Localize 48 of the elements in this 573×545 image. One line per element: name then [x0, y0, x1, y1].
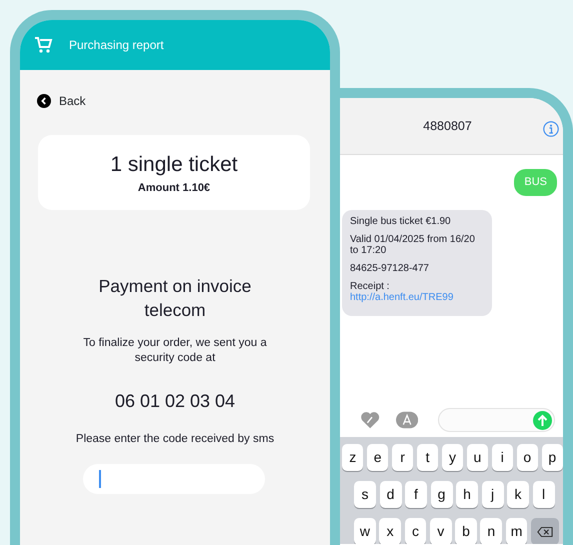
keyboard-key[interactable]: f: [405, 481, 427, 508]
keyboard-key[interactable]: r: [392, 444, 414, 471]
keyboard-key[interactable]: e: [366, 444, 388, 471]
message-text: Valid 01/04/2025 from 16/20 to 17:20: [350, 234, 476, 256]
keyboard-key[interactable]: m: [506, 518, 528, 544]
keyboard-key[interactable]: k: [507, 481, 529, 508]
code-input-field[interactable]: [83, 464, 265, 494]
keyboard-key[interactable]: c: [404, 518, 426, 544]
keyboard-key[interactable]: h: [456, 481, 478, 508]
send-icon[interactable]: [533, 410, 552, 430]
keyboard-key[interactable]: w: [354, 518, 376, 544]
keyboard-key[interactable]: l: [532, 481, 554, 508]
message-text: 84625-97128-477: [350, 262, 430, 274]
back-icon[interactable]: [37, 94, 51, 108]
keyboard-key[interactable]: u: [466, 444, 488, 471]
app-store-icon[interactable]: [396, 411, 418, 429]
back-link[interactable]: Back: [37, 92, 86, 110]
sent-message: BUS: [514, 169, 557, 196]
contact-number: 4880807: [423, 118, 472, 135]
keyboard-key[interactable]: t: [416, 444, 438, 471]
receipt-label: Receipt :: [350, 280, 390, 292]
keyboard-key[interactable]: y: [442, 444, 464, 471]
screen-title: Purchasing report: [69, 37, 164, 54]
keyboard-key[interactable]: o: [516, 444, 538, 471]
message-text: Single bus ticket €1.90: [350, 216, 452, 226]
cart-icon: [34, 36, 53, 54]
backspace-icon[interactable]: [537, 526, 553, 538]
phone-number: 06 01 02 03 04: [114, 390, 236, 413]
keyboard-key[interactable]: n: [480, 518, 502, 544]
keyboard-key[interactable]: v: [430, 518, 452, 544]
keyboard-key[interactable]: s: [354, 481, 376, 508]
backspace-key[interactable]: [531, 518, 559, 544]
message-input-field[interactable]: [438, 408, 555, 432]
keyboard-key[interactable]: p: [542, 444, 563, 471]
keyboard-key[interactable]: d: [380, 481, 402, 508]
payment-message: To finalize your order, we sent you a security code at: [82, 336, 268, 366]
heart-icon[interactable]: [360, 410, 380, 430]
payment-title: Payment on invoice telecom: [98, 275, 252, 322]
keyboard-key[interactable]: i: [492, 444, 514, 471]
ticket-amount: Amount 1.10€: [138, 181, 210, 196]
keyboard-key[interactable]: z: [342, 444, 364, 471]
keyboard-key[interactable]: j: [482, 481, 504, 508]
keyboard-key[interactable]: b: [455, 518, 477, 544]
code-prompt: Please enter the code received by sms: [76, 432, 274, 447]
keyboard-key[interactable]: x: [379, 518, 402, 544]
ticket-title: 1 single ticket: [110, 152, 238, 178]
keyboard-key[interactable]: g: [430, 481, 452, 508]
info-icon[interactable]: [543, 121, 559, 137]
